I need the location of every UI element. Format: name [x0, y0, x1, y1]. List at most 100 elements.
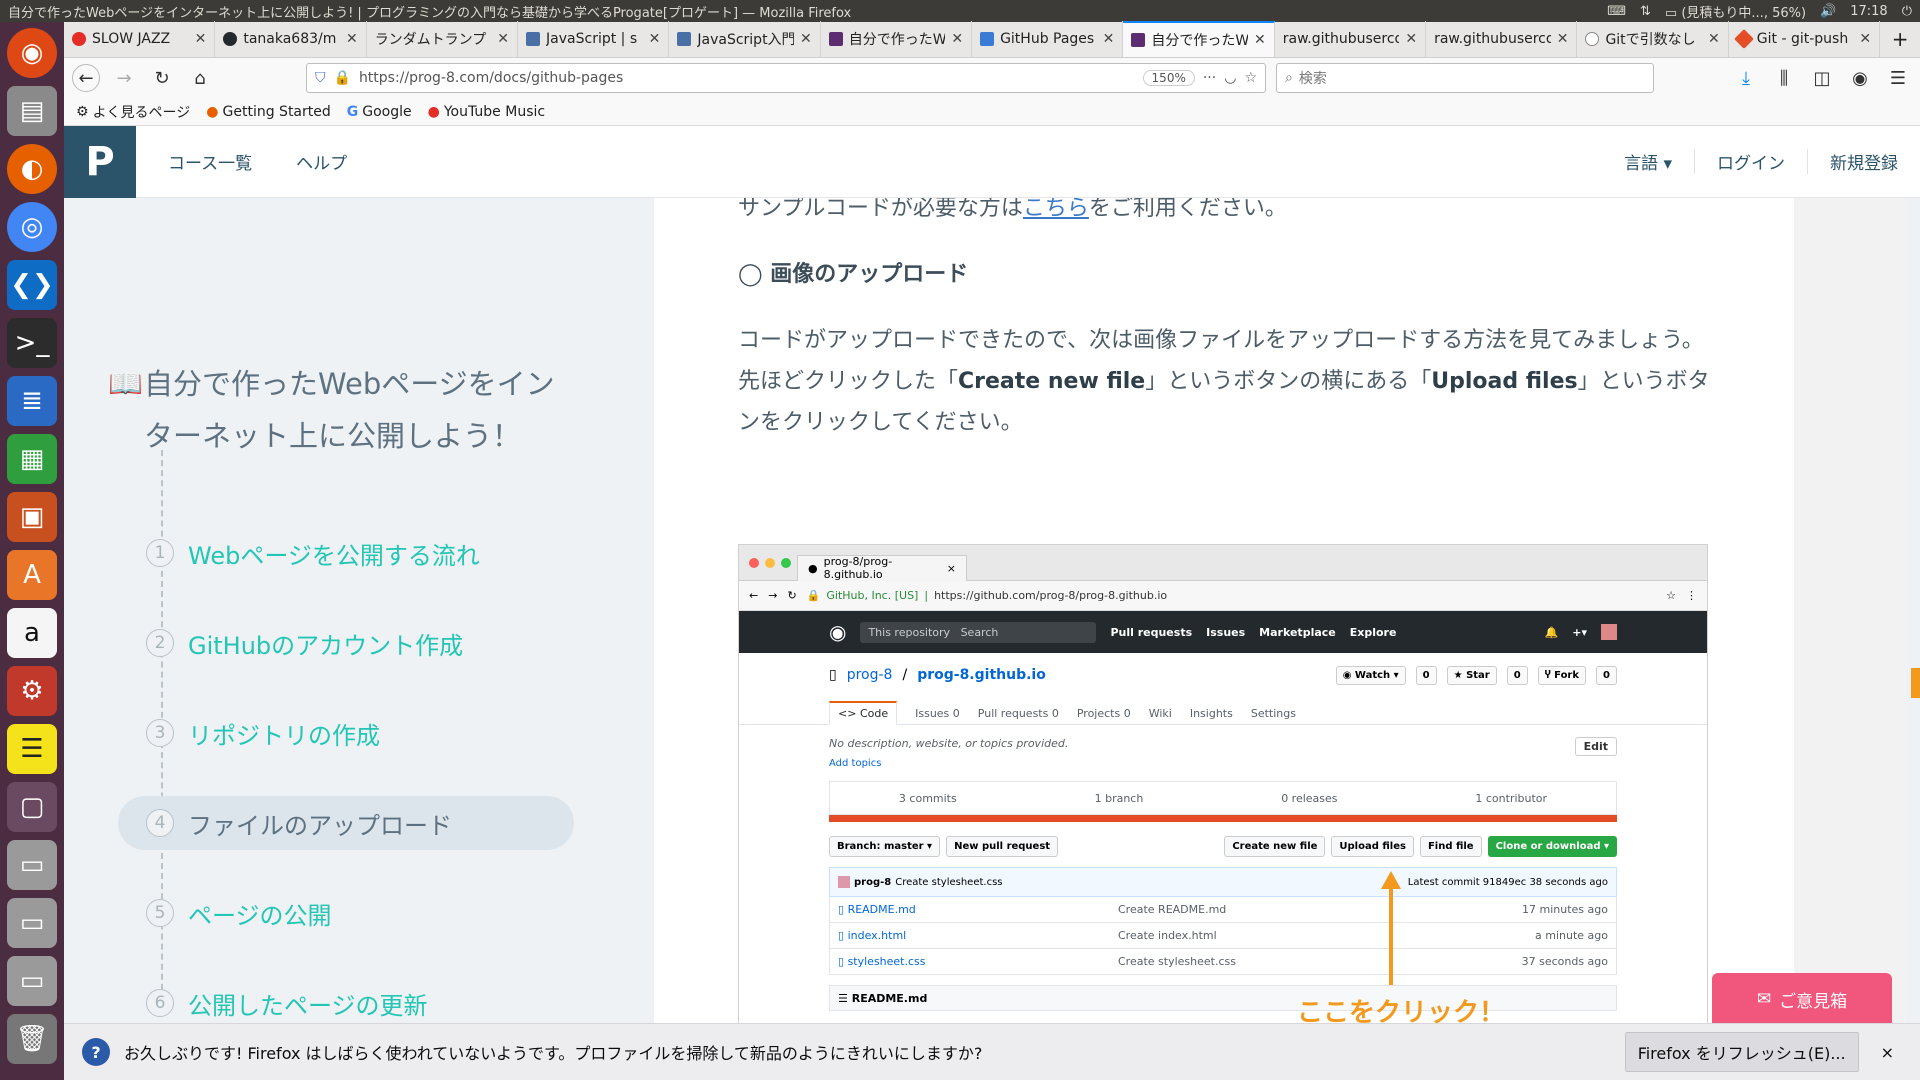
close-icon[interactable]: ✕ — [800, 31, 812, 47]
vscode-icon[interactable]: ❮❯ — [7, 260, 57, 310]
sample-code-line: サンプルコードが必要な方はこちらをご利用ください。 — [738, 198, 1287, 222]
close-icon[interactable]: ✕ — [195, 31, 207, 47]
step-item[interactable]: 3 リポジトリの作成 — [118, 706, 574, 760]
browser-tab[interactable]: raw.githubuserco ✕ — [1275, 21, 1427, 57]
impress-icon[interactable]: ▣ — [7, 492, 57, 542]
chrome-icon[interactable]: ◎ — [7, 202, 57, 252]
browser-tab[interactable]: JavaScript入門 ✕ — [669, 21, 821, 57]
browser-tab[interactable]: JavaScript | s ✕ — [518, 21, 670, 57]
close-icon[interactable]: ✕ — [1859, 31, 1871, 47]
close-icon[interactable]: × — [1873, 1043, 1902, 1062]
arrow-left-icon: ← — [749, 589, 759, 602]
browser-tab-active[interactable]: 自分で作ったWeb ✕ — [1123, 21, 1275, 57]
settings-icon[interactable]: ⚙ — [7, 666, 57, 716]
volume-icon[interactable]: 🔊 — [1820, 4, 1836, 19]
home-button[interactable]: ⌂ — [186, 64, 214, 92]
system-tray[interactable]: ⌨ ⇅ ▭ (見積もり中..., 56%) 🔊 17:18 ⏻ — [1607, 2, 1912, 21]
progate-logo[interactable]: P — [64, 125, 136, 198]
step-label: Webページを公開する流れ — [188, 541, 480, 570]
bookmark-youtube-music[interactable]: ● YouTube Music — [428, 104, 545, 120]
paragraph-text: 」というボタンの横にある「 — [1145, 369, 1432, 394]
scroll-thumb[interactable] — [1911, 668, 1920, 698]
download-icon[interactable]: ⤓ — [1732, 64, 1760, 92]
software-center-icon[interactable]: A — [7, 550, 57, 600]
drive-icon[interactable]: ▭ — [7, 840, 57, 890]
tab-title: SLOW JAZZ — [92, 31, 171, 47]
amazon-icon[interactable]: a — [7, 608, 57, 658]
close-icon[interactable]: ✕ — [1405, 31, 1417, 47]
star-icon[interactable]: ☆ — [1244, 70, 1257, 86]
drive-icon[interactable]: ▭ — [7, 956, 57, 1006]
step-item-current[interactable]: 4 ファイルのアップロード — [118, 796, 574, 850]
os-top-bar: 自分で作ったWebページをインターネット上に公開しよう! | プログラミングの入… — [0, 0, 1920, 22]
courses-link[interactable]: コース一覧 — [146, 149, 274, 174]
url-text[interactable]: https://prog-8.com/docs/github-pages — [359, 70, 1135, 86]
browser-tab[interactable]: 自分で作ったWeb ✕ — [821, 21, 973, 57]
reload-button[interactable]: ↻ — [148, 64, 176, 92]
browser-tab[interactable]: ランダムトランプ ✕ — [367, 21, 519, 57]
close-icon[interactable]: ✕ — [1254, 32, 1266, 48]
clock[interactable]: 17:18 — [1850, 4, 1887, 19]
workspace-icon[interactable]: ▢ — [7, 782, 57, 832]
bookmark-google[interactable]: G Google — [347, 104, 412, 120]
zoom-indicator[interactable]: 150% — [1142, 70, 1195, 86]
shield-icon[interactable]: ⛉ — [315, 70, 326, 86]
power-icon[interactable]: ⏻ — [1902, 4, 1912, 19]
login-link[interactable]: ログイン — [1694, 149, 1807, 174]
arrow-up-icon — [1381, 871, 1401, 889]
new-tab-button[interactable]: + — [1880, 21, 1920, 57]
bookmark-getting-started[interactable]: ● Getting Started — [206, 104, 330, 120]
url-bar[interactable]: ⛉ 🔒 https://prog-8.com/docs/github-pages… — [306, 63, 1266, 93]
back-button[interactable]: ← — [72, 64, 100, 92]
more-icon[interactable]: ··· — [1203, 70, 1216, 86]
menu-icon[interactable]: ☰ — [1884, 64, 1912, 92]
bookmark-most-visited[interactable]: ⚙ よく見るページ — [76, 102, 190, 122]
close-icon[interactable]: ✕ — [1557, 31, 1569, 47]
shot-file-name: ▯ index.html — [838, 929, 1118, 942]
step-item[interactable]: 1 Webページを公開する流れ — [118, 526, 574, 580]
close-icon[interactable]: ✕ — [649, 31, 661, 47]
writer-icon[interactable]: ≣ — [7, 376, 57, 426]
terminal-icon[interactable]: >_ — [7, 318, 57, 368]
step-item[interactable]: 2 GitHubのアカウント作成 — [118, 616, 574, 670]
close-icon[interactable]: ✕ — [497, 31, 509, 47]
browser-tab[interactable]: raw.githubuserco ✕ — [1426, 21, 1578, 57]
close-icon[interactable]: ✕ — [951, 31, 963, 47]
shot-file-time: 37 seconds ago — [1521, 955, 1608, 968]
close-icon[interactable]: ✕ — [1103, 31, 1115, 47]
feedback-button[interactable]: ✉ ご意見箱 — [1712, 973, 1892, 1025]
sidebar-icon[interactable]: ◫ — [1808, 64, 1836, 92]
library-icon[interactable]: ⫼ — [1770, 64, 1798, 92]
forward-button[interactable]: → — [110, 64, 138, 92]
keyboard-icon[interactable]: ⌨ — [1607, 4, 1626, 19]
browser-tab[interactable]: Git - git-push ✕ — [1729, 21, 1881, 57]
step-item[interactable]: 6 公開したページの更新 — [118, 976, 574, 1030]
drive-icon[interactable]: ▭ — [7, 898, 57, 948]
trash-icon[interactable]: 🗑 — [7, 1014, 57, 1064]
refresh-firefox-button[interactable]: Firefox をリフレッシュ(E)... — [1624, 1032, 1859, 1072]
close-icon[interactable]: ✕ — [346, 31, 358, 47]
network-icon[interactable]: ⇅ — [1640, 4, 1651, 19]
sample-text-end: をご利用ください。 — [1088, 198, 1287, 221]
pocket-icon[interactable]: ◡ — [1224, 70, 1236, 86]
battery-indicator[interactable]: ▭ (見積もり中..., 56%) — [1665, 2, 1806, 21]
lock-icon[interactable]: 🔒 — [334, 70, 351, 86]
browser-tab[interactable]: tanaka683/m ✕ — [215, 21, 367, 57]
ubuntu-icon[interactable]: ◉ — [7, 28, 57, 78]
help-link[interactable]: ヘルプ — [274, 149, 369, 174]
search-input[interactable]: ⌕ 検索 — [1276, 63, 1654, 93]
files-icon[interactable]: ▤ — [7, 86, 57, 136]
step-item[interactable]: 5 ページの公開 — [118, 886, 574, 940]
browser-tab[interactable]: SLOW JAZZ ✕ — [64, 21, 216, 57]
browser-tab[interactable]: GitHub Pages ✕ — [972, 21, 1124, 57]
calc-icon[interactable]: ▦ — [7, 434, 57, 484]
signup-link[interactable]: 新規登録 — [1807, 149, 1920, 174]
firefox-icon[interactable]: ◐ — [7, 144, 57, 194]
browser-tab[interactable]: Gitで引数なし ✕ — [1577, 21, 1729, 57]
notes-icon[interactable]: ☰ — [7, 724, 57, 774]
account-icon[interactable]: ◉ — [1846, 64, 1874, 92]
language-dropdown[interactable]: 言語 ▾ — [1602, 149, 1694, 174]
sample-code-link[interactable]: こちら — [1023, 198, 1089, 221]
page-scrollbar[interactable] — [1906, 198, 1920, 1023]
close-icon[interactable]: ✕ — [1708, 31, 1720, 47]
